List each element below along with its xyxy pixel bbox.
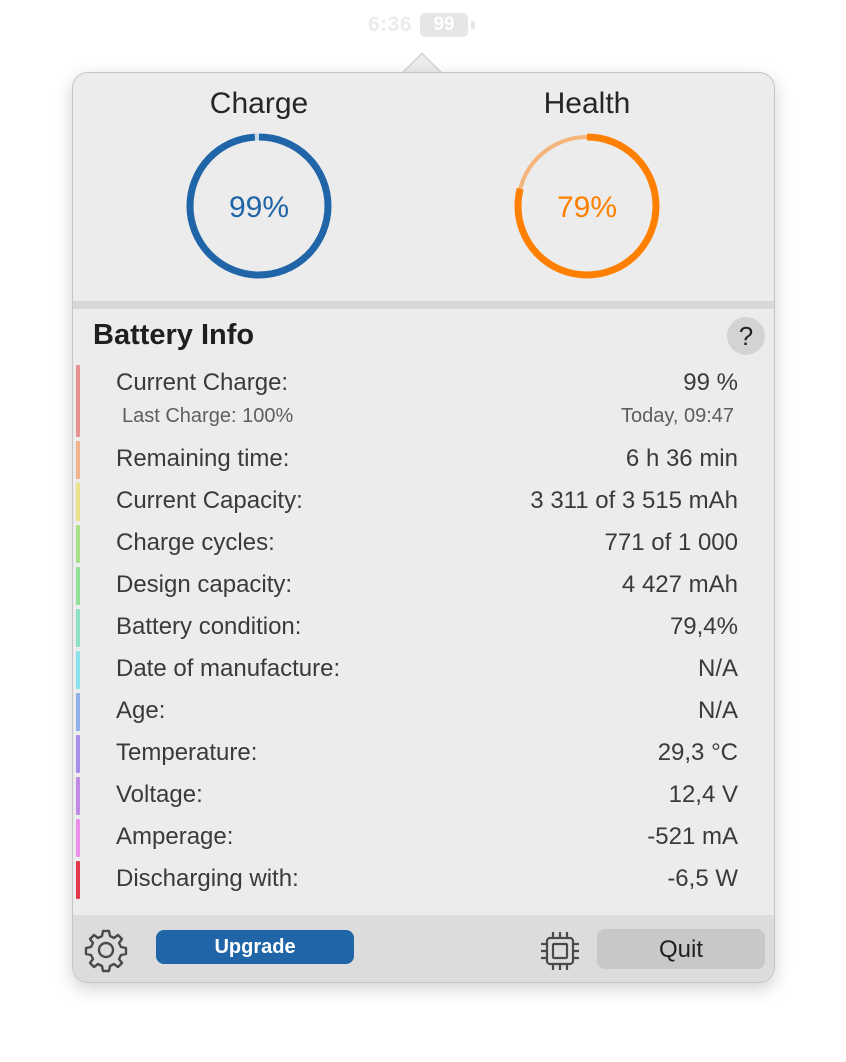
charge-gauge: Charge 99%: [139, 73, 379, 281]
row-label: Current Charge:: [116, 369, 289, 396]
info-row-temperature: Temperature: 29,3 °C: [76, 733, 748, 775]
battery-info-list: Current Charge: 99 % Last Charge: 100% T…: [76, 363, 748, 901]
row-label: Discharging with:: [116, 865, 299, 892]
row-color-bar: [76, 441, 80, 479]
row-color-bar: [76, 567, 80, 605]
info-row-current-charge: Current Charge: 99 % Last Charge: 100% T…: [76, 363, 748, 439]
battery-popover: Charge 99% Health 79% Battery Info ? Cur…: [72, 72, 775, 983]
row-label: Battery condition:: [116, 613, 302, 640]
info-row-discharging-with: Discharging with: -6,5 W: [76, 859, 748, 901]
popover-arrow: [396, 48, 448, 74]
row-color-bar: [76, 861, 80, 899]
info-row-age: Age: N/A: [76, 691, 748, 733]
row-color-bar: [76, 365, 80, 437]
row-label: Temperature:: [116, 739, 258, 766]
battery-info-title: Battery Info: [93, 319, 255, 351]
info-row-amperage: Amperage: -521 mA: [76, 817, 748, 859]
row-color-bar: [76, 525, 80, 563]
last-charge-label: Last Charge: 100%: [122, 405, 294, 427]
cpu-button[interactable]: [538, 929, 582, 973]
popover-footer: Upgrade Quit: [73, 915, 774, 982]
menubar-time: 6:36: [368, 13, 413, 36]
row-value: 4 427 mAh: [621, 571, 738, 598]
charge-ring: 99%: [186, 133, 332, 279]
row-label: Voltage:: [116, 781, 203, 808]
row-color-bar: [76, 819, 80, 857]
row-value: 771 of 1 000: [604, 529, 738, 556]
charge-gauge-title: Charge: [209, 87, 309, 120]
row-value: 29,3 °C: [657, 739, 738, 766]
row-value: 99 %: [683, 369, 738, 396]
info-row-voltage: Voltage: 12,4 V: [76, 775, 748, 817]
row-color-bar: [76, 777, 80, 815]
row-label: Amperage:: [116, 823, 234, 850]
quit-button[interactable]: Quit: [597, 929, 765, 969]
cpu-chip-icon: [541, 932, 579, 970]
settings-button[interactable]: [83, 927, 129, 973]
health-percent: 79%: [557, 191, 617, 224]
row-label: Design capacity:: [116, 571, 293, 598]
info-row-remaining-time: Remaining time: 6 h 36 min: [76, 439, 748, 481]
gear-icon: [84, 929, 128, 973]
info-row-battery-condition: Battery condition: 79,4%: [76, 607, 748, 649]
row-color-bar: [76, 483, 80, 521]
row-value: 6 h 36 min: [625, 445, 738, 472]
row-label: Charge cycles:: [116, 529, 275, 556]
gauges-panel: Charge 99% Health 79%: [73, 73, 774, 301]
row-value: 12,4 V: [668, 781, 738, 808]
health-ring: 79%: [514, 133, 660, 279]
row-value: N/A: [697, 655, 738, 682]
row-label: Current Capacity:: [116, 487, 303, 514]
row-value: -6,5 W: [667, 865, 738, 892]
row-value: N/A: [697, 697, 738, 724]
row-label: Date of manufacture:: [116, 655, 341, 682]
charge-percent: 99%: [229, 191, 289, 224]
row-color-bar: [76, 609, 80, 647]
info-row-date-of-manufacture: Date of manufacture: N/A: [76, 649, 748, 691]
row-color-bar: [76, 651, 80, 689]
row-value: -521 mA: [647, 823, 738, 850]
menubar-battery-status[interactable]: 6:36 99: [368, 10, 476, 40]
row-color-bar: [76, 693, 80, 731]
info-row-design-capacity: Design capacity: 4 427 mAh: [76, 565, 748, 607]
help-button[interactable]: ?: [727, 317, 765, 355]
health-gauge-title: Health: [543, 87, 631, 120]
health-gauge: Health 79%: [467, 73, 707, 281]
info-row-charge-cycles: Charge cycles: 771 of 1 000: [76, 523, 748, 565]
battery-icon: 99: [420, 13, 476, 37]
last-charge-time: Today, 09:47: [620, 405, 734, 427]
row-value: 3 311 of 3 515 mAh: [530, 487, 738, 514]
upgrade-button[interactable]: Upgrade: [156, 930, 354, 964]
info-row-current-capacity: Current Capacity: 3 311 of 3 515 mAh: [76, 481, 748, 523]
section-divider: [73, 301, 774, 309]
row-label: Age:: [116, 697, 166, 724]
row-label: Remaining time:: [116, 445, 290, 472]
row-value: 79,4%: [669, 613, 738, 640]
row-color-bar: [76, 735, 80, 773]
